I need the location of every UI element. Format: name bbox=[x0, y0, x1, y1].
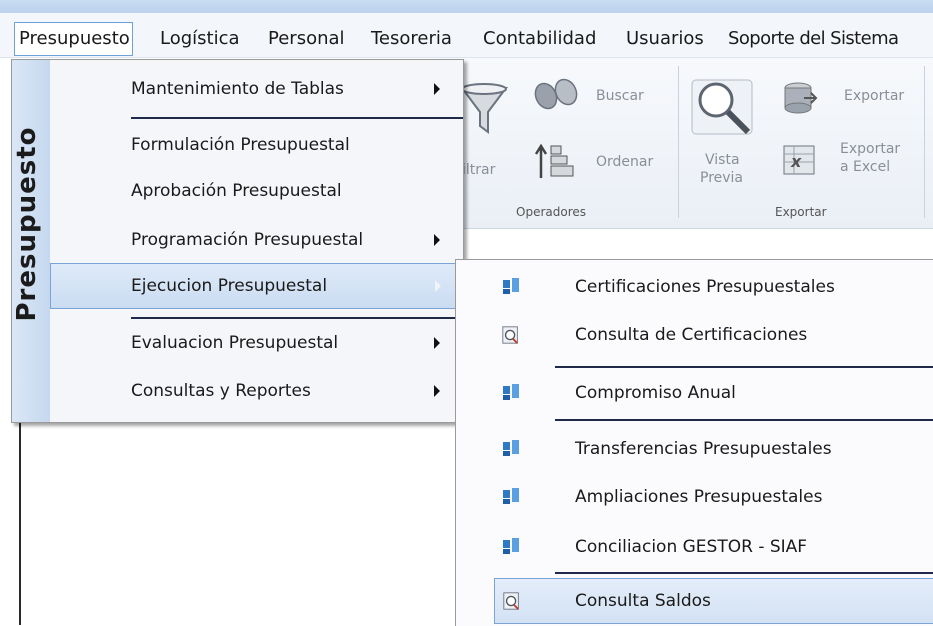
menu-usuarios[interactable]: Usuarios bbox=[626, 28, 704, 50]
sort-icon[interactable] bbox=[533, 138, 579, 184]
presupuesto-dropdown: Presupuesto Mantenimiento de Tablas Form… bbox=[11, 59, 464, 423]
submenu-item-label: Transferencias Presupuestales bbox=[575, 439, 832, 459]
menu-item-label: Formulación Presupuestal bbox=[131, 135, 350, 155]
menu-bar: Presupuesto Logística Personal Tesoreria… bbox=[0, 13, 933, 58]
blue-doc-icon bbox=[503, 440, 519, 456]
blue-doc-icon bbox=[503, 278, 519, 294]
menu-separator bbox=[131, 317, 463, 319]
submenu-arrow-icon bbox=[434, 385, 440, 397]
menu-item-consultas[interactable]: Consultas y Reportes bbox=[50, 369, 462, 413]
vista-label[interactable]: Vista bbox=[705, 152, 740, 169]
submenu-arrow-icon bbox=[434, 337, 440, 349]
excel-icon[interactable]: x bbox=[780, 140, 820, 180]
submenu-item-label: Compromiso Anual bbox=[575, 383, 736, 403]
submenu-item-label: Consulta de Certificaciones bbox=[575, 325, 808, 345]
menu-soporte[interactable]: Soporte del Sistema bbox=[728, 28, 899, 50]
window-title-bar bbox=[0, 0, 933, 13]
svg-text:x: x bbox=[790, 152, 802, 171]
menu-contabilidad[interactable]: Contabilidad bbox=[483, 28, 596, 50]
submenu-item-consulta-certificaciones[interactable]: Consulta de Certificaciones bbox=[456, 313, 933, 357]
ribbon-divider bbox=[678, 66, 679, 218]
submenu-item-certificaciones[interactable]: Certificaciones Presupuestales bbox=[456, 265, 933, 309]
filter-icon[interactable] bbox=[458, 80, 510, 140]
menu-item-ejecucion[interactable]: Ejecucion Presupuestal bbox=[50, 263, 464, 309]
ribbon-toolbar: iltrar Buscar Ordenar Operadores Vista P… bbox=[440, 58, 933, 229]
menu-separator bbox=[555, 572, 933, 574]
submenu-arrow-icon bbox=[434, 83, 440, 95]
menu-separator bbox=[555, 419, 933, 421]
submenu-arrow-icon bbox=[434, 234, 440, 246]
menu-item-label: Programación Presupuestal bbox=[131, 230, 364, 250]
menu-separator bbox=[555, 366, 933, 368]
menu-vertical-label: Presupuesto bbox=[12, 126, 42, 322]
buscar-label[interactable]: Buscar bbox=[596, 88, 644, 105]
panel-border bbox=[19, 420, 21, 625]
submenu-item-consulta-saldos[interactable]: Consulta Saldos bbox=[494, 578, 933, 624]
submenu-arrow-icon bbox=[435, 280, 441, 292]
menu-separator bbox=[131, 117, 463, 119]
blue-doc-icon bbox=[503, 384, 519, 400]
menu-item-label: Mantenimiento de Tablas bbox=[131, 79, 344, 99]
ribbon-divider bbox=[924, 66, 925, 218]
menu-item-mantenimiento[interactable]: Mantenimiento de Tablas bbox=[50, 67, 462, 111]
operadores-group-label: Operadores bbox=[516, 205, 586, 219]
menu-presupuesto[interactable]: Presupuesto bbox=[14, 22, 133, 56]
exportar-label[interactable]: Exportar bbox=[844, 88, 904, 105]
submenu-item-ampliaciones[interactable]: Ampliaciones Presupuestales bbox=[456, 475, 933, 519]
exportar-group-label: Exportar bbox=[775, 205, 827, 219]
filtrar-label: iltrar bbox=[462, 162, 496, 178]
exportar-a-label[interactable]: Exportar bbox=[840, 141, 900, 158]
menu-tesoreria[interactable]: Tesoreria bbox=[371, 28, 452, 50]
menu-item-aprobacion[interactable]: Aprobación Presupuestal bbox=[50, 169, 462, 213]
search-doc-icon bbox=[503, 592, 520, 610]
submenu-item-conciliacion[interactable]: Conciliacion GESTOR - SIAF bbox=[456, 525, 933, 569]
submenu-item-label: Ampliaciones Presupuestales bbox=[575, 487, 823, 507]
previa-label[interactable]: Previa bbox=[700, 170, 743, 187]
menu-logistica[interactable]: Logística bbox=[160, 28, 240, 50]
a-excel-label[interactable]: a Excel bbox=[840, 159, 890, 176]
menu-personal[interactable]: Personal bbox=[268, 28, 345, 50]
menu-item-label: Aprobación Presupuestal bbox=[131, 181, 342, 201]
menu-item-label: Evaluacion Presupuestal bbox=[131, 333, 339, 353]
ordenar-label[interactable]: Ordenar bbox=[596, 154, 653, 171]
menu-item-label: Ejecucion Presupuestal bbox=[131, 276, 328, 296]
menu-item-evaluacion[interactable]: Evaluacion Presupuestal bbox=[50, 321, 462, 365]
submenu-item-label: Conciliacion GESTOR - SIAF bbox=[575, 537, 808, 557]
blue-doc-icon bbox=[503, 538, 519, 554]
menu-item-label: Consultas y Reportes bbox=[131, 381, 311, 401]
menu-side-strip: Presupuesto bbox=[12, 60, 50, 422]
magnifier-icon[interactable] bbox=[690, 76, 760, 140]
submenu-item-transferencias[interactable]: Transferencias Presupuestales bbox=[456, 427, 933, 471]
submenu-item-compromiso[interactable]: Compromiso Anual bbox=[456, 371, 933, 415]
ejecucion-submenu: Certificaciones Presupuestales Consulta … bbox=[455, 259, 933, 626]
menu-item-programacion[interactable]: Programación Presupuestal bbox=[50, 218, 462, 262]
search-doc-icon bbox=[502, 326, 519, 344]
blue-doc-icon bbox=[503, 488, 519, 504]
submenu-item-label: Certificaciones Presupuestales bbox=[575, 277, 835, 297]
submenu-item-label: Consulta Saldos bbox=[575, 591, 711, 611]
menu-item-formulacion[interactable]: Formulación Presupuestal bbox=[50, 123, 462, 167]
export-database-icon[interactable] bbox=[780, 78, 820, 118]
binoculars-icon[interactable] bbox=[533, 74, 579, 112]
